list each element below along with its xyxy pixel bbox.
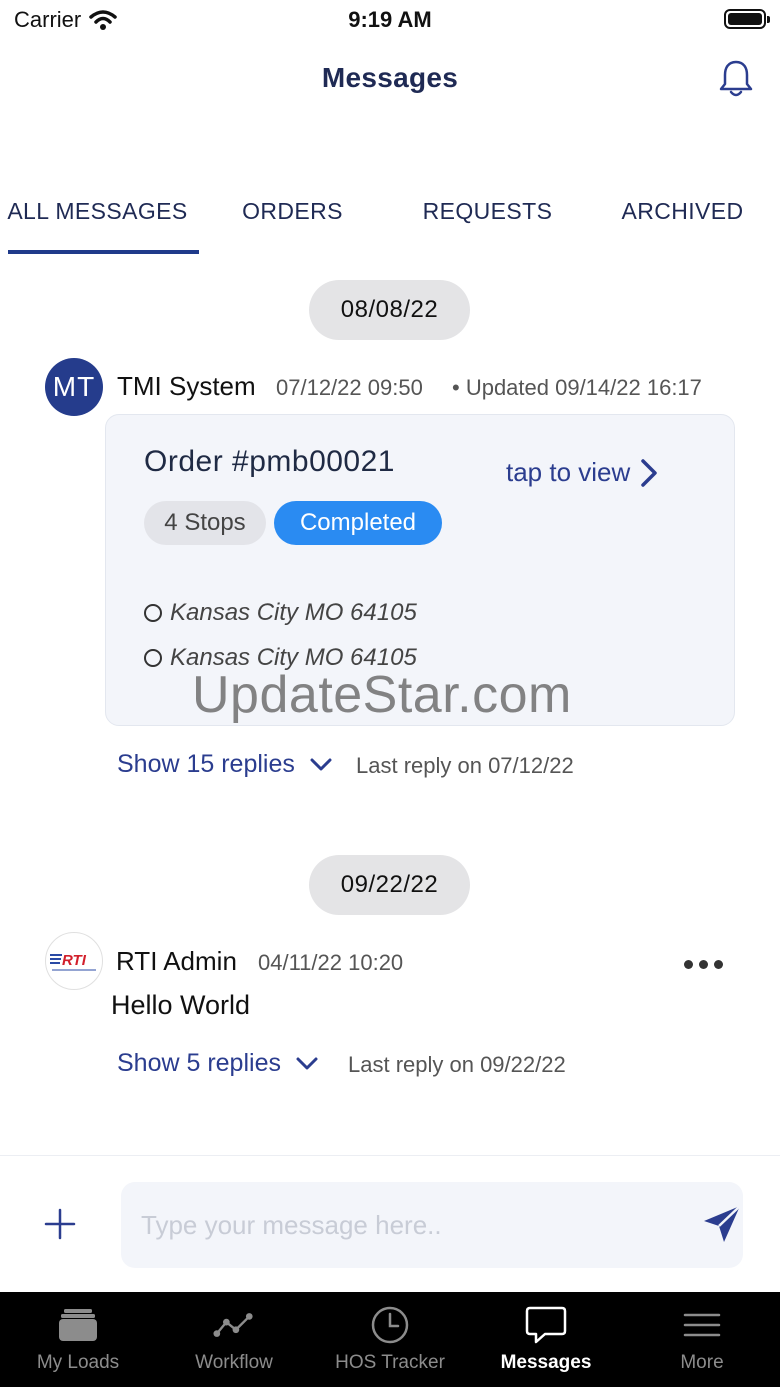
show-replies-label: Show 5 replies [117, 1049, 281, 1077]
tabbar-label: My Loads [36, 1352, 120, 1373]
plus-icon[interactable] [40, 1204, 80, 1244]
more-options-icon[interactable] [684, 960, 723, 969]
clock-icon [371, 1306, 409, 1344]
menu-icon [683, 1313, 721, 1337]
tab-archived[interactable]: ARCHIVED [585, 190, 780, 254]
stack-icon [59, 1309, 97, 1341]
battery-icon [724, 9, 770, 29]
status-bar: Carrier 9:19 AM [0, 0, 780, 40]
rti-logo-icon: RTI [50, 952, 96, 971]
tap-to-view-link[interactable]: tap to view [506, 457, 658, 488]
tabbar-label: Workflow [195, 1352, 273, 1373]
last-reply-text: Last reply on 09/22/22 [348, 1052, 566, 1077]
tabbar-label: HOS Tracker [335, 1352, 445, 1373]
tab-all-messages[interactable]: ALL MESSAGES [0, 190, 199, 254]
date-separator: 08/08/22 [309, 280, 470, 340]
show-replies-button[interactable]: Show 5 replies [117, 1049, 319, 1078]
tabbar-label: Messages [500, 1352, 592, 1373]
stop-circle-icon [144, 604, 162, 622]
message-input[interactable] [121, 1182, 743, 1268]
tabbar-more[interactable]: More [624, 1292, 780, 1387]
tap-to-view-label: tap to view [506, 457, 631, 487]
message-updated: • Updated 09/14/22 16:17 [452, 375, 702, 400]
show-replies-button[interactable]: Show 15 replies [117, 750, 333, 779]
stop-item: Kansas City MO 64105 [144, 599, 417, 627]
stop-address: Kansas City MO 64105 [170, 599, 417, 626]
tabbar-hos-tracker[interactable]: HOS Tracker [312, 1292, 468, 1387]
tabbar-messages[interactable]: Messages [468, 1292, 624, 1387]
order-title: Order #pmb00021 [144, 445, 395, 478]
compose-bar [0, 1155, 780, 1292]
tab-orders[interactable]: ORDERS [195, 190, 390, 254]
tabbar-workflow[interactable]: Workflow [156, 1292, 312, 1387]
message-body: Hello World [111, 990, 251, 1020]
stop-circle-icon [144, 649, 162, 667]
tabbar-my-loads[interactable]: My Loads [0, 1292, 156, 1387]
message-timestamp: 07/12/22 09:50 [276, 375, 423, 400]
stops-badge: 4 Stops [144, 501, 266, 545]
chat-icon [525, 1306, 567, 1344]
sender-name: TMI System [117, 371, 256, 401]
avatar: MT [45, 358, 103, 416]
message-tabs: ALL MESSAGES ORDERS REQUESTS ARCHIVED [0, 190, 780, 254]
tab-requests[interactable]: REQUESTS [390, 190, 585, 254]
watermark: UpdateStar.com [192, 666, 572, 724]
chevron-down-icon [296, 1057, 318, 1069]
tabbar-label: More [680, 1352, 724, 1373]
chevron-right-icon [641, 458, 658, 487]
last-reply-text: Last reply on 07/12/22 [356, 753, 574, 778]
show-replies-label: Show 15 replies [117, 750, 295, 778]
workflow-icon [213, 1313, 253, 1337]
bell-icon[interactable] [716, 58, 756, 100]
status-time: 9:19 AM [348, 7, 432, 32]
chevron-down-icon [310, 758, 332, 770]
status-badge: Completed [274, 501, 442, 545]
date-separator: 09/22/22 [309, 855, 470, 915]
message-timestamp: 04/11/22 10:20 [258, 950, 404, 975]
avatar: RTI [45, 932, 103, 990]
send-icon[interactable] [700, 1202, 744, 1246]
sender-name: RTI Admin [116, 946, 237, 976]
bottom-tab-bar: My Loads Workflow HOS Tracker Messages M… [0, 1292, 780, 1387]
rti-logo-text: RTI [62, 952, 87, 969]
page-title: Messages [321, 62, 459, 93]
